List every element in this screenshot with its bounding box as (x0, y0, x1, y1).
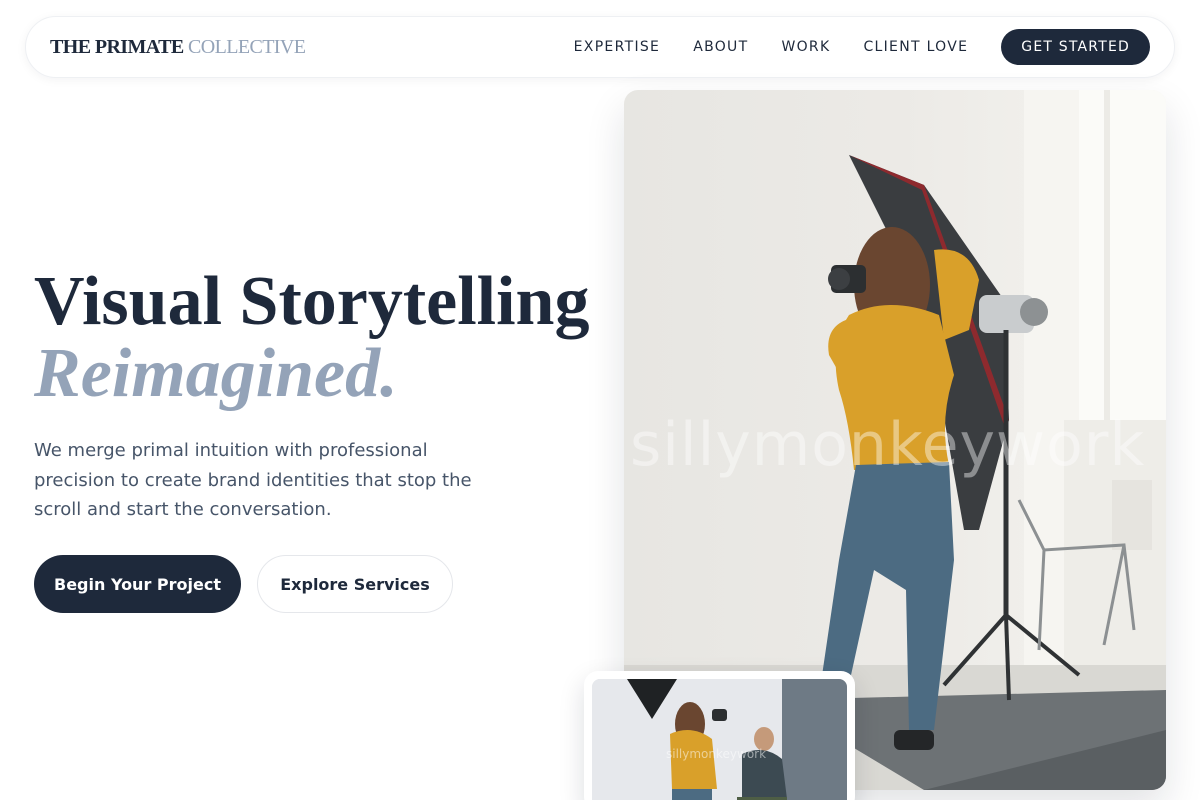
nav-link-about[interactable]: ABOUT (693, 39, 748, 55)
nav-link-client-love[interactable]: CLIENT LOVE (863, 39, 968, 55)
nav-link-expertise[interactable]: EXPERTISE (574, 39, 661, 55)
nav-links: EXPERTISE ABOUT WORK CLIENT LOVE GET STA… (574, 29, 1150, 65)
watermark: sillymonkeywork (630, 410, 1146, 480)
explore-services-button[interactable]: Explore Services (257, 555, 453, 613)
top-navigation: THE PRIMATE COLLECTIVE EXPERTISE ABOUT W… (25, 16, 1175, 78)
hero-title-line2: Reimagined. (34, 335, 398, 412)
brand-logo[interactable]: THE PRIMATE COLLECTIVE (50, 35, 306, 59)
thumbnail-watermark: sillymonkeywork (666, 747, 767, 761)
hero-subtitle: We merge primal intuition with professio… (34, 440, 472, 520)
get-started-button[interactable]: GET STARTED (1001, 29, 1150, 65)
hero-title: Visual Storytelling Reimagined. (34, 266, 590, 410)
begin-project-button[interactable]: Begin Your Project (34, 555, 241, 613)
thumbnail-photo: sillymonkeywork (592, 679, 847, 800)
hero-title-line1: Visual Storytelling (34, 263, 590, 340)
brand-name-secondary: COLLECTIVE (188, 35, 306, 58)
thumbnail-illustration (592, 679, 847, 800)
nav-link-work[interactable]: WORK (781, 39, 830, 55)
thumbnail-card: sillymonkeywork (584, 671, 855, 800)
brand-name-primary: THE PRIMATE (50, 35, 184, 58)
